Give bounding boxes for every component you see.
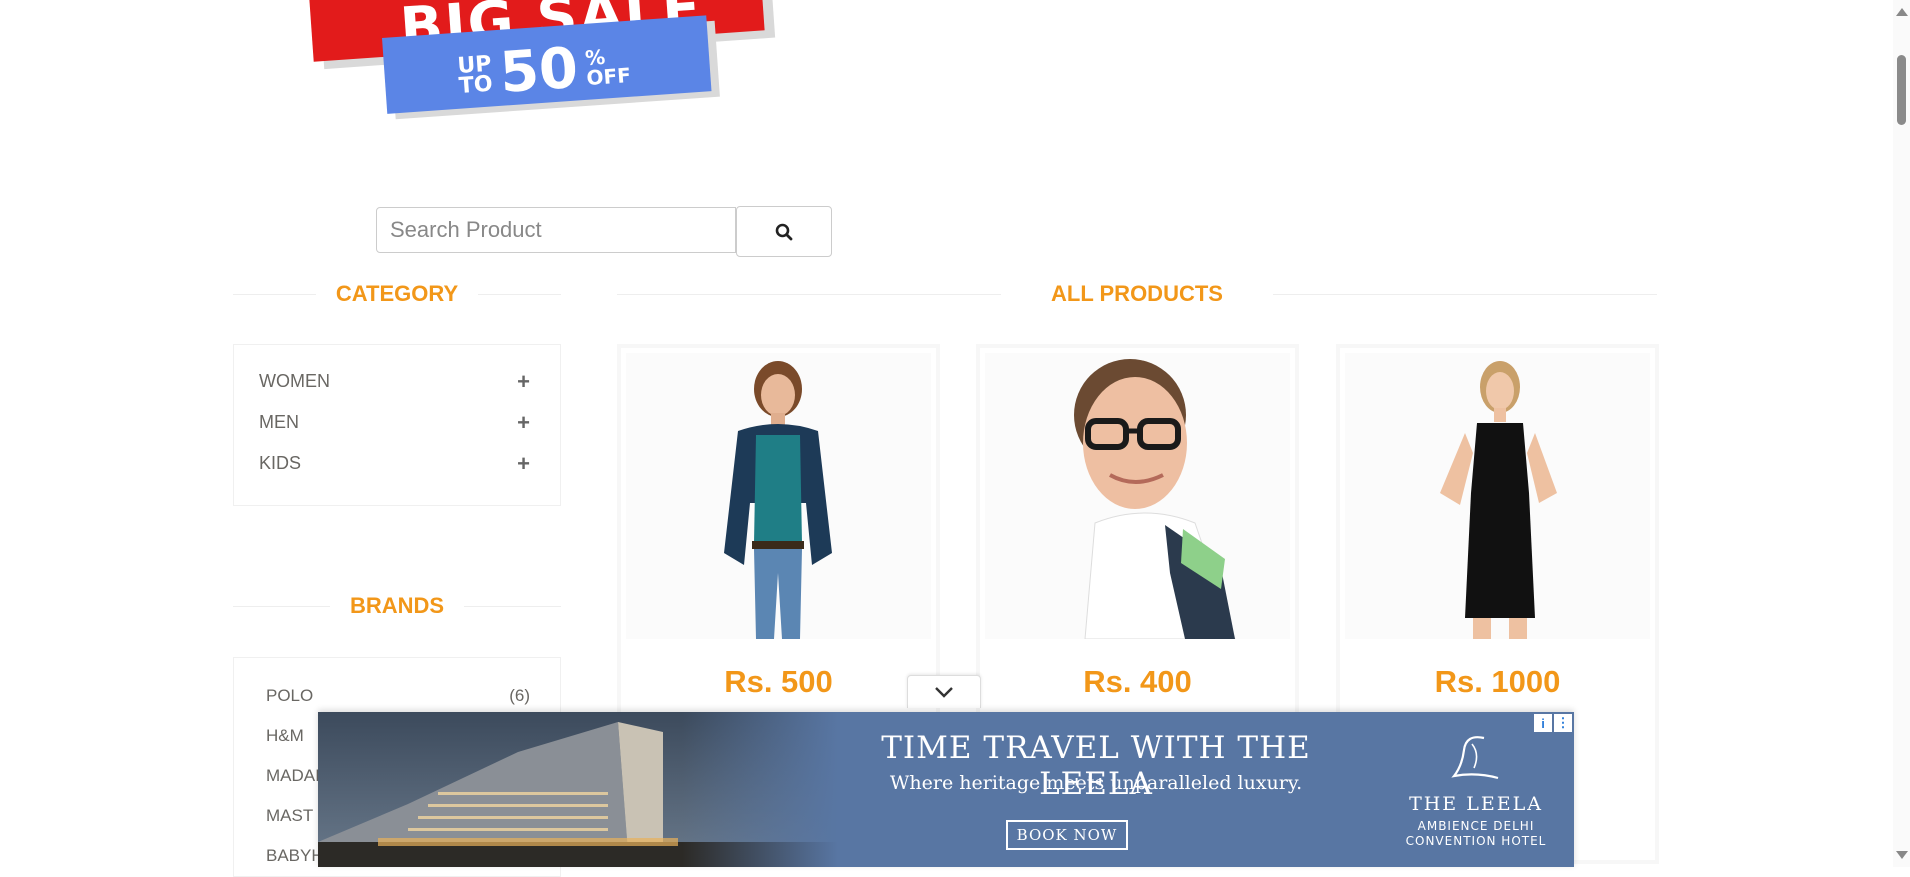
brand-label: POLO: [266, 686, 314, 705]
product-price: Rs. 400: [1083, 664, 1192, 699]
hotel-photo: [318, 712, 838, 867]
chevron-down-icon: [935, 687, 953, 698]
product-image[interactable]: [626, 353, 931, 639]
brand-label: MADAI: [266, 766, 320, 785]
plus-icon[interactable]: +: [517, 410, 530, 436]
divider: [233, 605, 330, 607]
divider: [1272, 293, 1657, 295]
divider: [464, 605, 561, 607]
search-icon: [775, 223, 793, 240]
brand-label: MAST: [266, 806, 314, 825]
big-sale-banner: BIG SALE UPTO 50 %OFF: [300, 0, 800, 130]
ad-collapse-button[interactable]: [907, 675, 981, 708]
brand-count: (6): [509, 686, 530, 705]
all-products-title: ALL PRODUCTS: [1051, 281, 1223, 306]
page-scrollbar[interactable]: [1893, 0, 1910, 867]
divider: [478, 293, 562, 295]
category-heading: CATEGORY: [233, 281, 562, 307]
category-panel: WOMEN + MEN + KIDS +: [233, 344, 561, 506]
brand-item-polo[interactable]: POLO (6): [234, 676, 560, 716]
scrollbar-thumb[interactable]: [1897, 55, 1906, 125]
search-bar: [376, 206, 832, 257]
sale-discount: UP TO 50 % OFF: [456, 32, 632, 109]
brands-title: BRANDS: [349, 593, 445, 618]
sale-percent: 50: [497, 35, 581, 106]
book-now-button[interactable]: BOOK NOW: [1006, 820, 1128, 850]
all-products-heading: ALL PRODUCTS: [617, 281, 1657, 307]
divider: [617, 293, 1002, 295]
category-item-men[interactable]: MEN +: [234, 402, 560, 443]
search-input[interactable]: [376, 207, 736, 253]
leela-logo: THE LEELA AMBIENCE DELHI CONVENTION HOTE…: [1396, 732, 1556, 849]
brand-label: H&M: [266, 726, 304, 745]
brand-label: BABYH: [266, 846, 324, 865]
product-image[interactable]: [1345, 353, 1650, 639]
sale-off: OFF: [585, 62, 632, 90]
ad-venue-line1: AMBIENCE DELHI: [1417, 819, 1535, 833]
sale-to: TO: [458, 71, 494, 99]
divider: [233, 293, 316, 295]
brands-heading: BRANDS: [233, 593, 561, 619]
hotel-ad-banner[interactable]: TIME TRAVEL WITH THE LEELA Where heritag…: [318, 712, 1574, 867]
scroll-up-arrow-icon[interactable]: [1896, 8, 1908, 16]
product-price: Rs. 1000: [1434, 664, 1561, 699]
category-label: WOMEN: [259, 371, 330, 391]
ad-subline: Where heritage meets unparalleled luxury…: [889, 772, 1303, 794]
category-item-kids[interactable]: KIDS +: [234, 443, 560, 484]
ad-info-icon[interactable]: i: [1534, 714, 1552, 732]
plus-icon[interactable]: +: [517, 451, 530, 477]
ad-venue: AMBIENCE DELHI CONVENTION HOTEL: [1396, 819, 1556, 849]
product-price: Rs. 500: [724, 664, 833, 699]
ad-controls: i ⋮: [1534, 714, 1572, 732]
category-label: MEN: [259, 412, 299, 432]
plus-icon[interactable]: +: [517, 369, 530, 395]
leela-monogram-icon: [1451, 736, 1499, 780]
ad-brand: THE LEELA: [1409, 793, 1543, 815]
category-item-women[interactable]: WOMEN +: [234, 361, 560, 402]
category-title: CATEGORY: [335, 281, 459, 306]
category-label: KIDS: [259, 453, 302, 473]
ad-menu-icon[interactable]: ⋮: [1554, 714, 1572, 732]
scroll-down-arrow-icon[interactable]: [1896, 851, 1908, 859]
search-button[interactable]: [736, 206, 832, 257]
ad-venue-line2: CONVENTION HOTEL: [1405, 834, 1547, 848]
product-image[interactable]: [985, 353, 1290, 639]
